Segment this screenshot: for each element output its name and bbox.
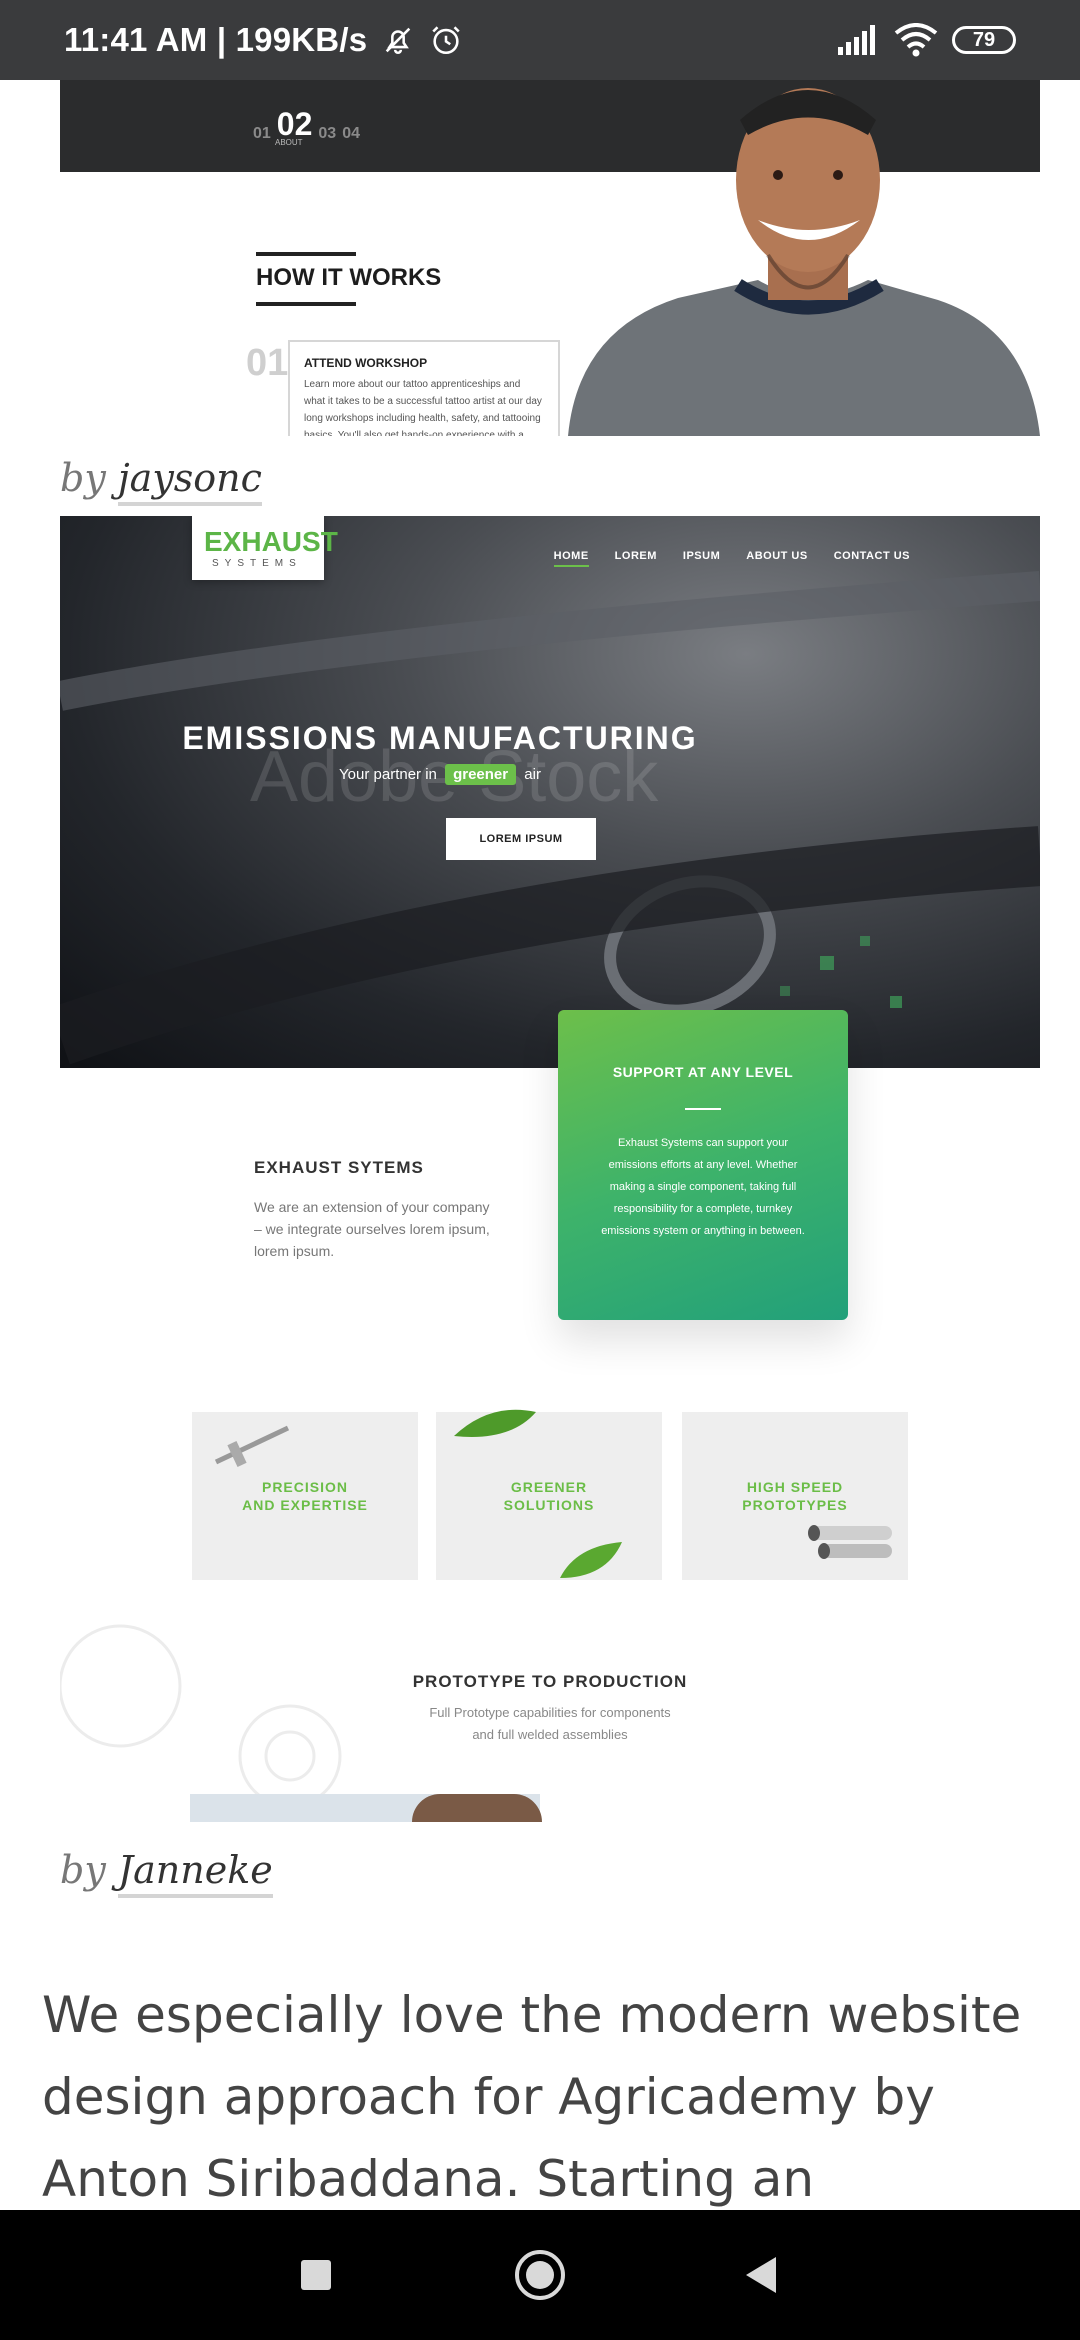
caption-by: by — [60, 1848, 106, 1892]
home-button[interactable] — [470, 2210, 610, 2340]
step-3: 03 — [318, 125, 337, 142]
support-card: SUPPORT AT ANY LEVEL Exhaust Systems can… — [558, 1010, 848, 1320]
prototype-body-line1: Full Prototype capabilities for componen… — [429, 1705, 671, 1720]
back-button[interactable] — [690, 2210, 830, 2340]
exhaust-systems-title: EXHAUST SYTEMS — [254, 1158, 424, 1177]
caliper-icon — [214, 1425, 290, 1467]
battery-level: 79 — [972, 28, 996, 51]
exhaust-logo[interactable]: EXHAUST SYSTEMS — [192, 516, 338, 580]
nav-about-us[interactable]: ABOUT US — [746, 550, 807, 567]
tattooed-man-photo — [568, 88, 1040, 436]
leaf-icon-2 — [560, 1542, 622, 1578]
hero-sub-before: Your partner in — [339, 766, 437, 783]
hero-title: EMISSIONS MANUFACTURING — [182, 720, 698, 756]
workshop-card-body: Learn more about our tattoo apprenticesh… — [304, 379, 542, 436]
heading-rule-bottom — [256, 302, 356, 306]
nav-lorem[interactable]: LOREM — [615, 550, 657, 567]
exhaust-tip-icon — [808, 1525, 892, 1559]
tile-greener[interactable]: GREENER SOLUTIONS — [436, 1409, 662, 1580]
tile-precision-label: PRECISION AND EXPERTISE — [242, 1479, 368, 1513]
recents-button[interactable] — [246, 2210, 386, 2340]
leaf-icon — [454, 1409, 536, 1437]
exhaust-site-screenshot: Adobe Stock EXHAUST SYSTEMS HOME LOREM I… — [60, 516, 1040, 1822]
lorem-ipsum-button[interactable]: LOREM IPSUM — [446, 818, 596, 860]
heading-rule-top — [256, 252, 356, 256]
hero-sub-after: air — [524, 766, 541, 783]
prototype-person-photo — [412, 1794, 542, 1822]
exhaust-systems-body: We are an extension of your company – we… — [254, 1199, 490, 1259]
tattoo-site-screenshot: 01 02 03 04 ABOUT HOW IT WORKS 01 ATTEND… — [60, 80, 1040, 436]
active-step-label: ABOUT — [275, 138, 303, 147]
tile-greener-label: GREENER SOLUTIONS — [503, 1479, 595, 1513]
tile-precision[interactable]: PRECISION AND EXPERTISE — [192, 1412, 418, 1580]
system-nav-bar — [0, 2210, 1080, 2340]
hero-section: Adobe Stock EXHAUST SYSTEMS HOME LOREM I… — [60, 516, 1040, 1068]
site-nav: HOME LOREM IPSUM ABOUT US CONTACT US — [553, 550, 910, 567]
tile-high-speed-label: HIGH SPEED PROTOTYPES — [742, 1479, 848, 1513]
alarm-icon — [432, 26, 460, 55]
author-link-jaysonc[interactable]: jaysonc — [117, 456, 262, 506]
logo-sub-text: SYSTEMS — [212, 558, 302, 569]
circle-home-icon — [515, 2250, 565, 2300]
back-triangle-icon — [746, 2257, 776, 2293]
battery-icon: 79 — [952, 26, 1016, 54]
step-1: 01 — [253, 125, 271, 142]
bell-off-icon — [386, 27, 411, 54]
hero-subtitle: Your partner in greener air — [60, 764, 820, 785]
nav-contact-us[interactable]: CONTACT US — [834, 550, 910, 567]
step-number: 01 — [246, 342, 289, 384]
support-card-title: SUPPORT AT ANY LEVEL — [612, 1064, 794, 1080]
step-4: 04 — [342, 125, 360, 142]
square-icon — [301, 2260, 331, 2290]
author-link-janneke[interactable]: Janneke — [117, 1848, 273, 1898]
step-indicator: 01 02 03 04 — [253, 106, 360, 143]
workshop-card: ATTEND WORKSHOP Learn more about our tat… — [288, 340, 560, 436]
tile-high-speed[interactable]: HIGH SPEED PROTOTYPES — [682, 1412, 908, 1580]
status-time-speed: 11:41 AM | 199KB/s — [64, 21, 368, 58]
prototype-body-line2: and full welded assemblies — [472, 1727, 628, 1742]
prototype-title: PROTOTYPE TO PRODUCTION — [412, 1672, 688, 1691]
signal-icon — [838, 25, 875, 55]
logo-main-text: EXHAUST — [204, 526, 338, 557]
workshop-card-title: ATTEND WORKSHOP — [304, 356, 428, 370]
article-paragraph: We especially love the modern website de… — [42, 1986, 1022, 2208]
support-card-divider — [685, 1108, 721, 1110]
status-bar: 11:41 AM | 199KB/s 79 — [0, 0, 1080, 80]
prototype-body: Full Prototype capabilities for componen… — [60, 1702, 1040, 1746]
how-it-works-title: HOW IT WORKS — [256, 264, 442, 291]
caption-by: by — [60, 456, 106, 500]
hero-sub-chip: greener — [445, 764, 517, 785]
support-card-body: Exhaust Systems can support your emissio… — [601, 1137, 805, 1237]
caption-jaysonc: by jaysonc — [60, 456, 262, 506]
wifi-icon — [894, 23, 938, 57]
nav-ipsum[interactable]: IPSUM — [683, 550, 720, 567]
nav-home[interactable]: HOME — [553, 550, 589, 567]
caption-janneke: by Janneke — [60, 1848, 273, 1898]
